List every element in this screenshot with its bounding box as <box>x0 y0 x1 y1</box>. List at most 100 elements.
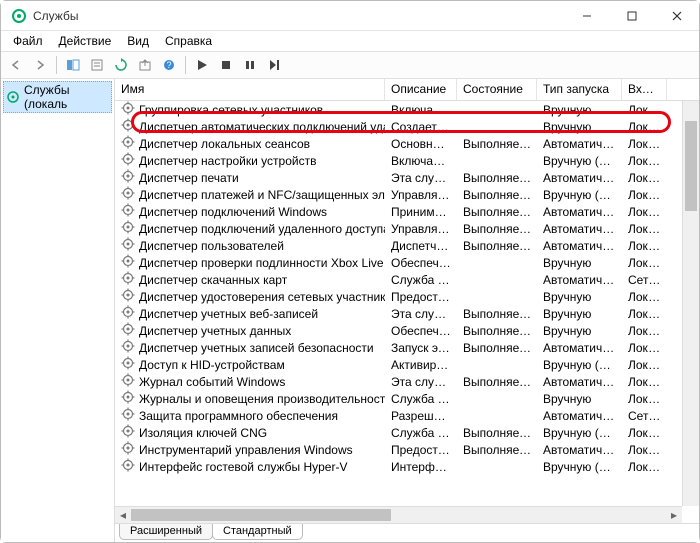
service-state: Выполняется <box>457 171 537 185</box>
service-name: Журнал событий Windows <box>139 375 285 389</box>
restart-service-button[interactable] <box>263 54 285 76</box>
window-controls <box>564 1 699 30</box>
service-row[interactable]: Журналы и оповещения производительностиС… <box>115 390 699 407</box>
service-description: Диспетчер… <box>385 239 457 253</box>
service-startup: Вручную (ак… <box>537 188 622 202</box>
properties-button[interactable] <box>86 54 108 76</box>
service-row[interactable]: Доступ к HID-устройствамАктивируе…Вручну… <box>115 356 699 373</box>
service-description: Управляет… <box>385 222 457 236</box>
service-row[interactable]: Интерфейс гостевой службы Hyper-V Интерфе… <box>115 458 699 475</box>
pause-service-button[interactable] <box>239 54 261 76</box>
service-name: Диспетчер проверки подлинности Xbox Live <box>139 256 384 270</box>
service-row[interactable]: Диспетчер печатиЭта служб…ВыполняетсяАвт… <box>115 169 699 186</box>
service-startup: Автоматиче… <box>537 137 622 151</box>
service-name: Диспетчер печати <box>139 171 239 185</box>
scrollbar-thumb[interactable] <box>131 509 391 521</box>
service-logon: Локал <box>622 103 667 117</box>
menu-view[interactable]: Вид <box>119 32 157 50</box>
tab-strip: Расширенный Стандартный <box>115 523 699 542</box>
service-logon: Сетев <box>622 273 667 287</box>
close-button[interactable] <box>654 1 699 30</box>
forward-button[interactable] <box>29 54 51 76</box>
tree-node-services[interactable]: Службы (локаль <box>3 81 112 113</box>
stop-service-button[interactable] <box>215 54 237 76</box>
service-row[interactable]: Диспетчер удостоверения сетевых участник… <box>115 288 699 305</box>
service-row[interactable]: Диспетчер учетных данныхОбеспечи…Выполня… <box>115 322 699 339</box>
gear-icon <box>121 390 135 407</box>
start-service-button[interactable] <box>191 54 213 76</box>
service-logon: Локал <box>622 137 667 151</box>
menu-help[interactable]: Справка <box>157 32 220 50</box>
maximize-button[interactable] <box>609 1 654 30</box>
scroll-left-arrow-icon[interactable]: ◂ <box>115 507 131 523</box>
service-logon: Локал <box>622 392 667 406</box>
toolbar: ? <box>1 51 699 79</box>
service-row[interactable]: Журнал событий WindowsЭта служб…Выполняе… <box>115 373 699 390</box>
service-description: Включает … <box>385 154 457 168</box>
service-row[interactable]: Инструментарий управления WindowsПредост… <box>115 441 699 458</box>
service-description: Служба ж… <box>385 392 457 406</box>
column-header-startup[interactable]: Тип запуска <box>537 79 622 100</box>
gear-icon <box>121 118 135 135</box>
service-startup: Вручную <box>537 256 622 270</box>
show-hide-tree-button[interactable] <box>62 54 84 76</box>
service-description: Обеспечи… <box>385 324 457 338</box>
service-logon: Локал <box>622 290 667 304</box>
scroll-right-arrow-icon[interactable]: ▸ <box>666 507 682 523</box>
toolbar-separator <box>185 56 186 74</box>
menu-action[interactable]: Действие <box>51 32 120 50</box>
service-name: Диспетчер подключений удаленного доступа <box>139 222 385 236</box>
vertical-scrollbar[interactable] <box>682 101 699 506</box>
service-row[interactable]: Диспетчер подключений WindowsПринимае…Вы… <box>115 203 699 220</box>
service-name: Диспетчер локальных сеансов <box>139 137 310 151</box>
column-header-description[interactable]: Описание <box>385 79 457 100</box>
service-description: Основная … <box>385 137 457 151</box>
back-button[interactable] <box>5 54 27 76</box>
service-startup: Автоматиче… <box>537 171 622 185</box>
service-row[interactable]: Диспетчер локальных сеансовОсновная …Вып… <box>115 135 699 152</box>
service-row[interactable]: Диспетчер настройки устройствВключает …В… <box>115 152 699 169</box>
service-row[interactable]: Диспетчер учетных записей безопасностиЗа… <box>115 339 699 356</box>
service-row[interactable]: Изоляция ключей CNGСлужба из…Выполняется… <box>115 424 699 441</box>
service-startup: Автоматиче… <box>537 375 622 389</box>
list-body[interactable]: Группировка сетевых участниковВключает …… <box>115 101 699 506</box>
gear-icon <box>121 203 135 220</box>
gear-icon <box>121 458 135 475</box>
service-name: Интерфейс гостевой службы Hyper-V <box>139 460 347 474</box>
service-row[interactable]: Диспетчер проверки подлинности Xbox Live… <box>115 254 699 271</box>
service-row[interactable]: Диспетчер пользователейДиспетчер…Выполня… <box>115 237 699 254</box>
export-button[interactable] <box>134 54 156 76</box>
tab-standard[interactable]: Стандартный <box>212 524 303 540</box>
service-description: Разрешает… <box>385 409 457 423</box>
service-startup: Вручную (ак… <box>537 426 622 440</box>
service-row[interactable]: Диспетчер платежей и NFC/защищенных элем… <box>115 186 699 203</box>
service-logon: Локал <box>622 239 667 253</box>
service-startup: Вручную <box>537 290 622 304</box>
minimize-button[interactable] <box>564 1 609 30</box>
gear-icon <box>6 90 20 104</box>
service-logon: Локал <box>622 171 667 185</box>
help-button[interactable]: ? <box>158 54 180 76</box>
tab-extended[interactable]: Расширенный <box>119 524 213 540</box>
service-row[interactable]: Диспетчер скачанных картСлужба W…Автомат… <box>115 271 699 288</box>
gear-icon <box>121 220 135 237</box>
service-row[interactable]: Защита программного обеспеченияРазрешает… <box>115 407 699 424</box>
service-row[interactable]: Диспетчер автоматических подключений уда… <box>115 118 699 135</box>
service-row[interactable]: Группировка сетевых участниковВключает …… <box>115 101 699 118</box>
column-header-state[interactable]: Состояние <box>457 79 537 100</box>
scrollbar-thumb[interactable] <box>685 121 697 211</box>
service-startup: Вручную (ак… <box>537 358 622 372</box>
column-header-name[interactable]: Имя <box>115 79 385 100</box>
tree-pane: Службы (локаль <box>1 79 115 542</box>
service-description: Интерфей… <box>385 460 457 474</box>
horizontal-scrollbar[interactable]: ◂ ▸ <box>115 506 682 523</box>
column-header-logon[interactable]: Вход с⌃ <box>622 79 667 100</box>
service-name: Диспетчер учетных записей безопасности <box>139 341 374 355</box>
refresh-button[interactable] <box>110 54 132 76</box>
service-row[interactable]: Диспетчер учетных веб-записейЭта служб…В… <box>115 305 699 322</box>
service-row[interactable]: Диспетчер подключений удаленного доступа… <box>115 220 699 237</box>
gear-icon <box>121 254 135 271</box>
menu-file[interactable]: Файл <box>5 32 51 50</box>
gear-icon <box>121 186 135 203</box>
service-logon: Локал <box>622 205 667 219</box>
